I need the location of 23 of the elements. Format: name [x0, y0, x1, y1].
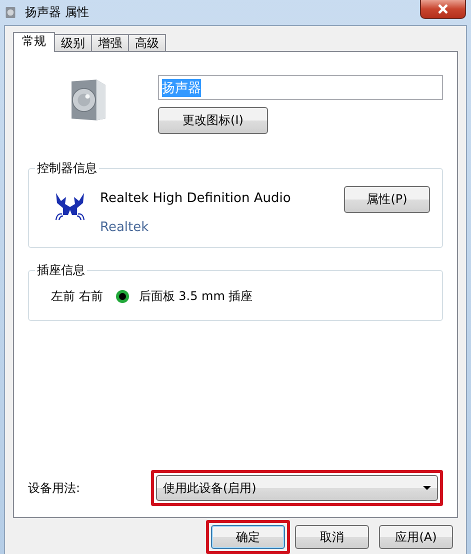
change-icon-button[interactable]: 更改图标(I): [158, 107, 268, 134]
dialog-button[interactable]: 取消: [295, 525, 369, 549]
dropdown-arrow-icon: [423, 486, 431, 490]
tab[interactable]: 级别: [54, 34, 92, 51]
usage-dropdown[interactable]: 使用此设备(启用): [156, 475, 438, 501]
window-title: 扬声器 属性: [25, 4, 89, 21]
group-title: 控制器信息: [35, 160, 99, 177]
controller-name: Realtek High Definition Audio: [100, 191, 292, 206]
usage-label: 设备用法:: [27, 480, 82, 496]
jack-description: 后面板 3.5 mm 插座: [138, 288, 253, 305]
tab[interactable]: 高级: [128, 34, 166, 51]
speaker-icon: [5, 6, 16, 19]
dialog-button[interactable]: 应用(A): [379, 525, 453, 549]
channel-label: 左前 右前: [51, 288, 103, 305]
tab[interactable]: 常规: [13, 32, 55, 52]
dialog-button[interactable]: 确定: [211, 525, 285, 549]
tab[interactable]: 增强: [91, 34, 129, 51]
crab-logo-icon: [53, 191, 87, 221]
vendor-name: Realtek: [100, 220, 150, 235]
properties-button[interactable]: 属性(P): [344, 186, 430, 213]
group-title: 插座信息: [35, 262, 87, 279]
close-button[interactable]: [420, 0, 466, 19]
close-icon: [437, 4, 449, 14]
